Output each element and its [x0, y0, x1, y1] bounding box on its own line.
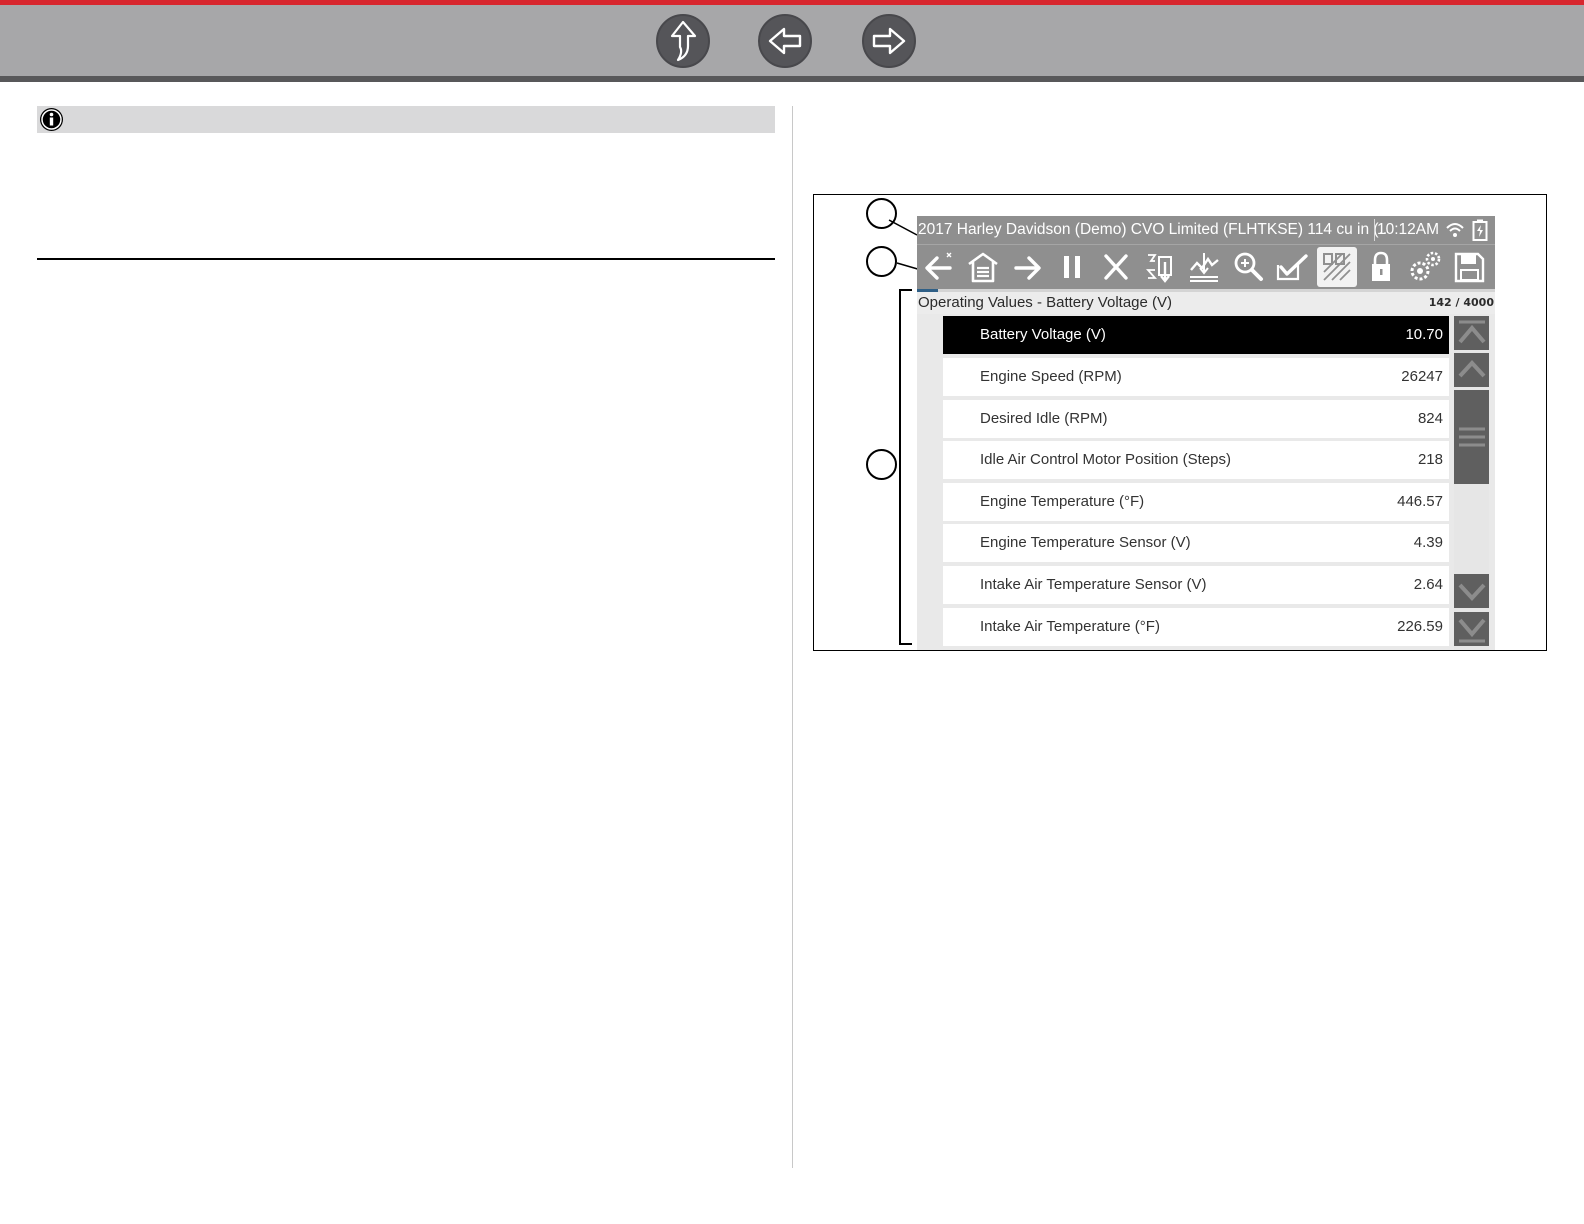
list-item[interactable]: Intake Air Temperature Sensor (V) 2.64 [943, 566, 1449, 604]
list-item[interactable]: Engine Temperature (°F) 446.57 [943, 483, 1449, 521]
scroll-bottom-button[interactable] [1454, 612, 1489, 646]
parameter-value: 10.70 [1405, 326, 1443, 343]
list-header: Operating Values - Battery Voltage (V) 1… [917, 292, 1495, 314]
parameter-label: Battery Voltage (V) [980, 326, 1106, 343]
parameter-list: Battery Voltage (V) 10.70 Engine Speed (… [917, 314, 1495, 650]
settings-icon [1410, 251, 1441, 281]
toolbar-lock-button[interactable] [1361, 247, 1401, 287]
device-title-bar: 2017 Harley Davidson (Demo) CVO Limited … [917, 216, 1495, 244]
save-icon [1454, 252, 1485, 283]
toolbar-pause-button[interactable] [1052, 247, 1092, 287]
record-count: 142 / 4000 [1428, 296, 1494, 309]
scroll-up-icon [1458, 360, 1485, 378]
scroll-top-icon [1457, 320, 1486, 344]
scan-tool-screen: 2017 Harley Davidson (Demo) CVO Limited … [917, 216, 1495, 650]
toolbar-select-button[interactable] [1272, 247, 1312, 287]
forward-icon [1014, 256, 1041, 280]
parameter-value: 26247 [1401, 368, 1443, 385]
title-separator [1374, 219, 1375, 241]
scroll-bottom-icon [1457, 618, 1486, 643]
clock: 10:12AM [1377, 221, 1440, 238]
parameter-value: 218 [1417, 451, 1443, 468]
parameter-value: 824 [1417, 410, 1443, 427]
toolbar-graph-button[interactable] [1184, 247, 1224, 287]
toolbar-save-button[interactable] [1449, 247, 1489, 287]
list-item[interactable]: Battery Voltage (V) 10.70 [943, 316, 1449, 354]
parameter-label: Intake Air Temperature Sensor (V) [980, 576, 1207, 593]
toolbar-sort-button[interactable] [1140, 247, 1180, 287]
list-header-title: Operating Values - Battery Voltage (V) [918, 294, 1173, 311]
device-toolbar [917, 244, 1495, 289]
exit-icon [1104, 254, 1128, 280]
scroll-down-button[interactable] [1454, 574, 1489, 608]
list-scrollbar[interactable] [1454, 316, 1489, 650]
parameter-label: Engine Temperature (°F) [980, 493, 1145, 510]
toolbar-list-view-button[interactable] [1317, 247, 1357, 287]
vehicle-title: 2017 Harley Davidson (Demo) CVO Limited … [918, 221, 1388, 238]
list-bracket [899, 289, 912, 645]
parameter-label: Engine Speed (RPM) [980, 368, 1122, 385]
battery-charging-icon [1472, 219, 1488, 241]
list-item[interactable]: Idle Air Control Motor Position (Steps) … [943, 441, 1449, 479]
home-icon [968, 252, 998, 283]
lock-icon [1372, 251, 1390, 281]
back-icon [925, 252, 952, 280]
parameter-value: 2.64 [1413, 576, 1443, 593]
toolbar-zoom-button[interactable] [1228, 247, 1268, 287]
parameter-value: 446.57 [1397, 493, 1443, 510]
list-item[interactable]: Desired Idle (RPM) 824 [943, 400, 1449, 438]
scroll-down-icon [1458, 583, 1485, 601]
list-item[interactable]: Engine Temperature Sensor (V) 4.39 [943, 524, 1449, 562]
parameter-label: Desired Idle (RPM) [980, 410, 1108, 427]
list-view-icon [1323, 253, 1351, 281]
parameter-label: Engine Temperature Sensor (V) [980, 534, 1191, 551]
parameter-value: 226.59 [1397, 618, 1443, 635]
scroll-thumb[interactable] [1454, 390, 1489, 484]
parameter-label: Intake Air Temperature (°F) [980, 618, 1160, 635]
graph-view-icon [1190, 253, 1219, 282]
parameter-label: Idle Air Control Motor Position (Steps) [980, 451, 1231, 468]
toolbar-exit-button[interactable] [1096, 247, 1136, 287]
manual-page: 2017 Harley Davidson (Demo) CVO Limited … [0, 0, 1584, 1224]
toolbar-settings-button[interactable] [1405, 247, 1445, 287]
list-item[interactable]: Intake Air Temperature (°F) 226.59 [943, 608, 1449, 646]
zoom-icon [1234, 252, 1263, 281]
toolbar-back-button[interactable] [919, 247, 959, 287]
scroll-thumb-icon [1458, 427, 1485, 447]
toolbar-forward-button[interactable] [1008, 247, 1048, 287]
wifi-icon [1446, 223, 1464, 237]
sort-icon [1146, 254, 1172, 283]
parameter-value: 4.39 [1413, 534, 1443, 551]
toolbar-home-button[interactable] [963, 247, 1003, 287]
pause-icon [1064, 256, 1080, 278]
list-item[interactable]: Engine Speed (RPM) 26247 [943, 358, 1449, 396]
scroll-top-button[interactable] [1454, 316, 1489, 350]
scroll-up-button[interactable] [1454, 353, 1489, 387]
select-icon [1276, 254, 1308, 281]
